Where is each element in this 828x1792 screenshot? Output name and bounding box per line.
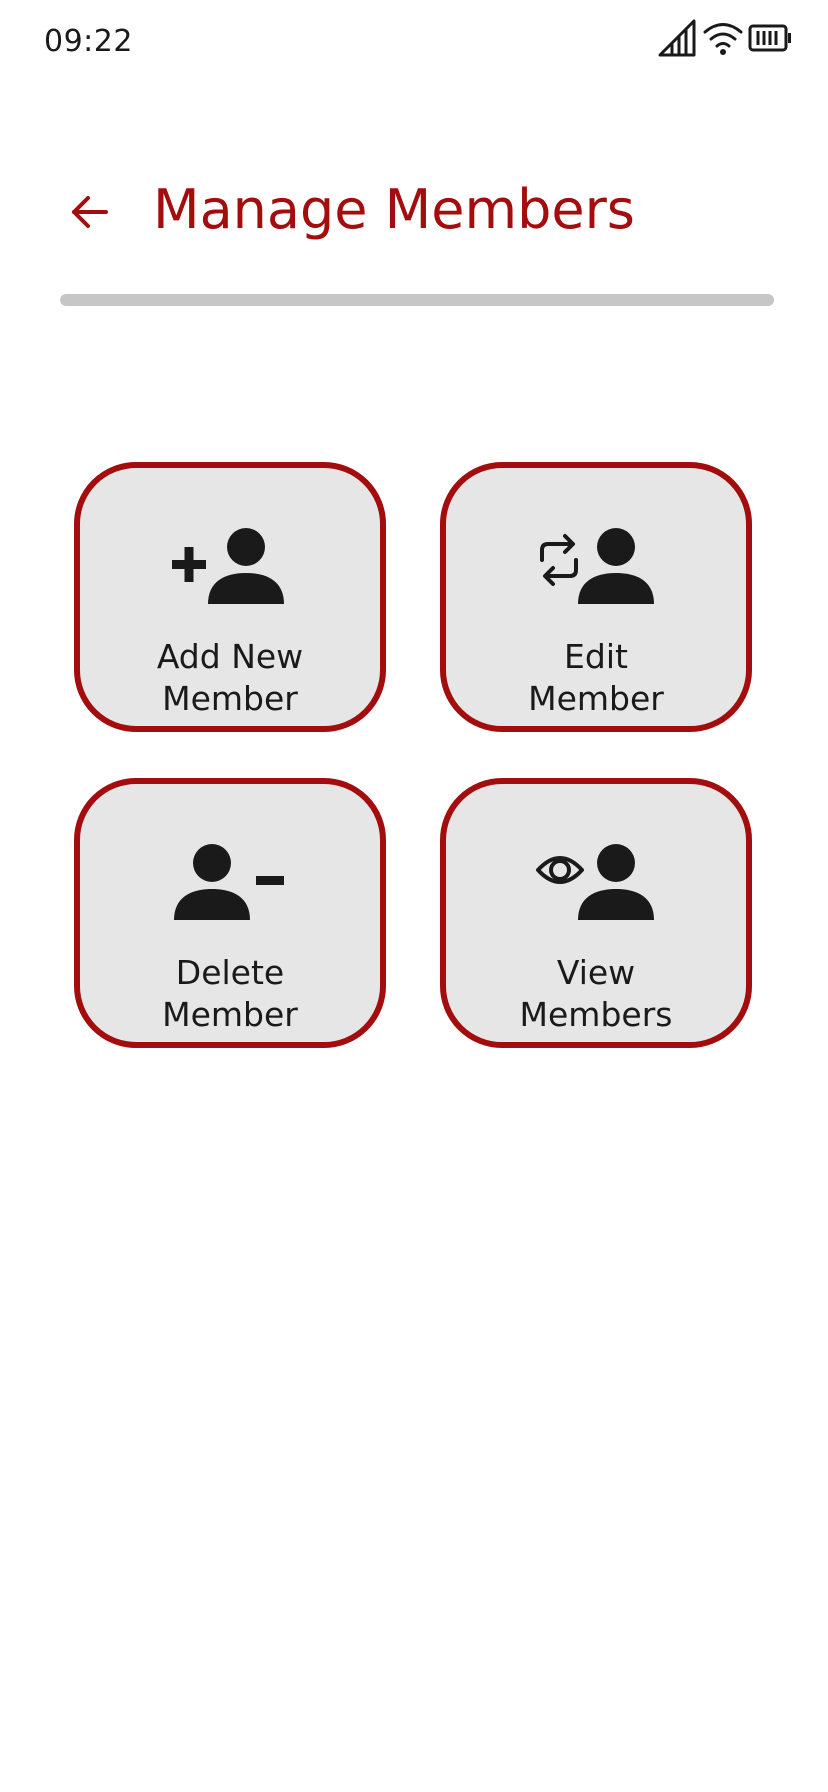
wifi-icon [702, 20, 744, 56]
tile-label: Add New Member [80, 636, 380, 720]
status-icons [658, 18, 792, 58]
arrow-left-icon [70, 195, 110, 229]
tile-label-line-1: Edit [564, 637, 628, 676]
back-button[interactable] [60, 182, 120, 242]
add-person-icon [170, 524, 290, 608]
tile-label: Edit Member [446, 636, 746, 720]
signal-icon [658, 19, 698, 57]
header: Manage Members [0, 160, 828, 260]
tile-label-line-1: Delete [175, 953, 285, 992]
status-time: 09:22 [44, 24, 133, 59]
swap-person-icon [536, 524, 656, 608]
member-actions-grid: Add New Member Edit Member Delete Member… [74, 462, 762, 1062]
remove-person-icon [170, 840, 290, 924]
tile-label-line-1: View [556, 953, 636, 992]
tile-label-line-2: Members [519, 995, 673, 1034]
battery-icon [748, 23, 792, 53]
tile-label-line-2: Member [528, 679, 664, 718]
page-title: Manage Members [153, 178, 635, 241]
delete-member-button[interactable]: Delete Member [74, 778, 386, 1048]
add-new-member-button[interactable]: Add New Member [74, 462, 386, 732]
tile-label-line-1: Add New [156, 637, 304, 676]
tile-label-line-2: Member [162, 995, 298, 1034]
tile-label: Delete Member [80, 952, 380, 1036]
view-person-icon [536, 840, 656, 924]
tile-label-line-2: Member [162, 679, 298, 718]
status-bar: 09:22 [0, 0, 828, 84]
tile-label: View Members [446, 952, 746, 1036]
view-members-button[interactable]: View Members [440, 778, 752, 1048]
header-divider [60, 294, 774, 306]
edit-member-button[interactable]: Edit Member [440, 462, 752, 732]
